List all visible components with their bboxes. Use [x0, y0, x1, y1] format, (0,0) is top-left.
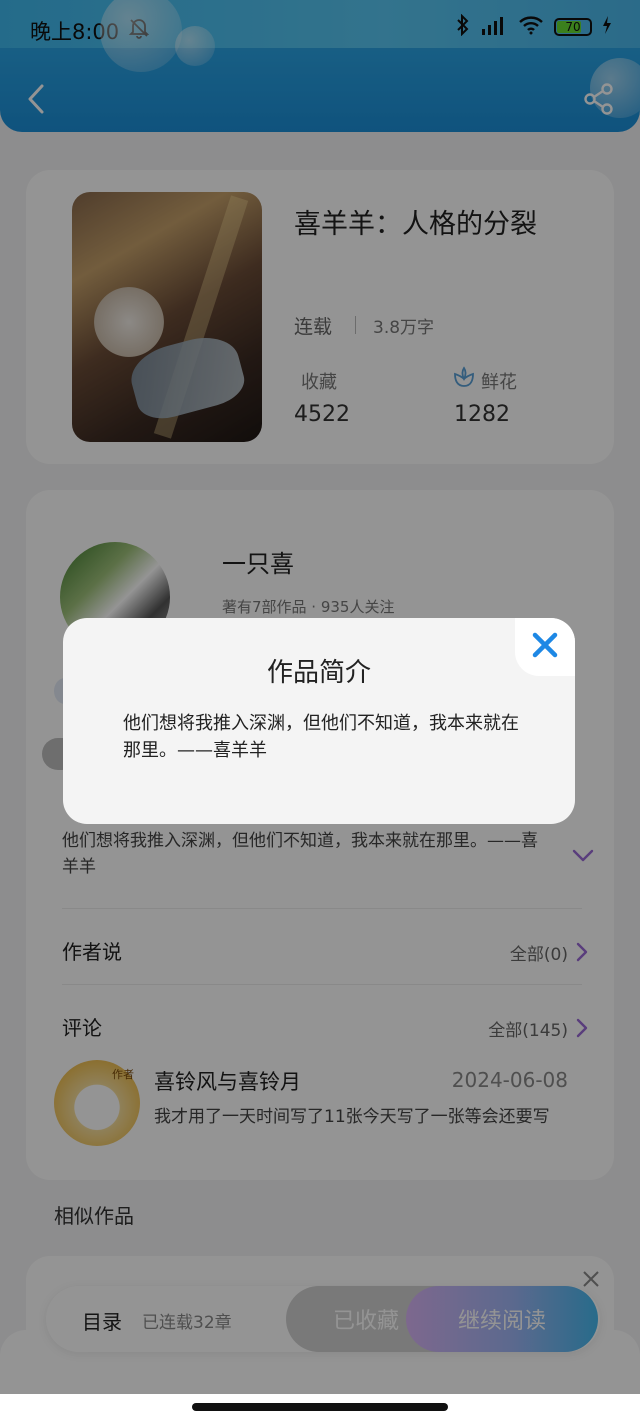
- home-indicator: [192, 1403, 448, 1411]
- modal-body-text: 他们想将我推入深渊，但他们不知道，我本来就在那里。——喜羊羊: [123, 713, 519, 761]
- modal-title: 作品简介: [266, 658, 371, 688]
- modal-close-button[interactable]: [515, 618, 575, 676]
- close-icon: [531, 631, 559, 663]
- intro-modal: 作品简介 他们想将我推入深渊，但他们不知道，我本来就在那里。——喜羊羊: [63, 618, 575, 824]
